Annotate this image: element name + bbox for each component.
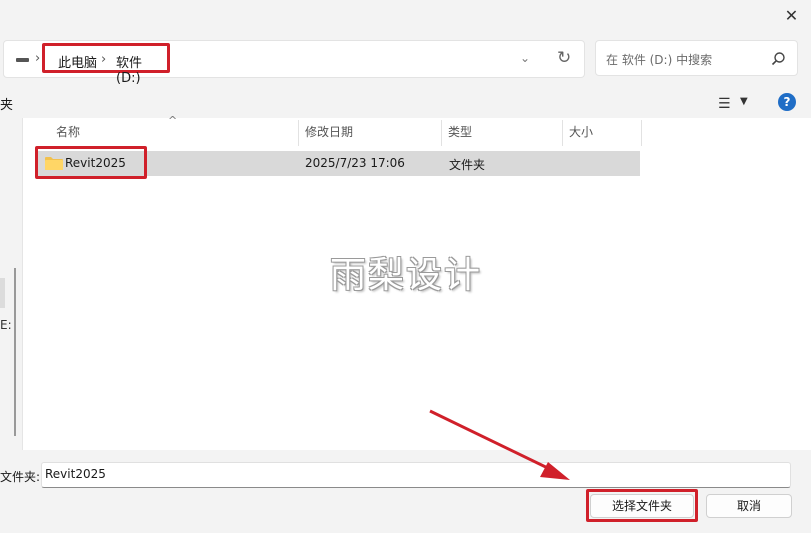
refresh-icon[interactable]: ↻ — [557, 48, 571, 68]
breadcrumb-highlight-box: 此电脑 › 软件 (D:) — [42, 43, 170, 86]
watermark: 雨梨设计 — [330, 255, 483, 296]
column-divider[interactable] — [641, 120, 642, 146]
column-header-size[interactable]: 大小 — [569, 118, 593, 148]
nav-scrollbar[interactable] — [14, 268, 16, 436]
select-folder-button[interactable]: 选择文件夹 — [590, 494, 694, 518]
search-box[interactable]: 在 软件 (D:) 中搜索 — [595, 40, 798, 76]
drive-icon — [16, 58, 29, 62]
title-bar: ✕ — [0, 0, 811, 30]
file-modified: 2025/7/23 17:06 — [305, 156, 405, 170]
folder-name-input[interactable]: Revit2025 — [41, 462, 791, 488]
new-folder-label-fragment[interactable]: 夹 — [0, 94, 13, 113]
column-header-type[interactable]: 类型 — [448, 118, 472, 148]
column-header-modified[interactable]: 修改日期 — [305, 118, 353, 148]
close-window-button[interactable]: ✕ — [772, 0, 811, 30]
column-header-name[interactable]: 名称 — [56, 118, 80, 148]
view-options-icon[interactable]: ☰ — [718, 96, 731, 112]
breadcrumb-separator[interactable]: › — [35, 51, 40, 66]
address-bar[interactable]: › 此电脑 › 软件 (D:) ⌄ ↻ — [3, 40, 585, 86]
sort-ascending-icon: ^ — [168, 114, 178, 127]
help-icon[interactable]: ? — [778, 93, 796, 111]
column-divider[interactable] — [298, 120, 299, 146]
column-divider[interactable] — [441, 120, 442, 146]
folder-field-label: 文件夹: — [0, 470, 41, 484]
breadcrumb-this-pc[interactable]: 此电脑 — [58, 52, 97, 71]
nav-item-fragment[interactable]: E: — [0, 318, 12, 332]
cancel-button[interactable]: 取消 — [706, 494, 792, 518]
chevron-down-icon[interactable]: ⌄ — [520, 51, 530, 65]
chevron-down-icon[interactable]: ▼ — [740, 96, 748, 107]
nav-selected-item[interactable] — [0, 278, 5, 308]
search-icon[interactable] — [769, 50, 787, 68]
column-divider[interactable] — [562, 120, 563, 146]
breadcrumb-drive-d[interactable]: 软件 (D:) — [116, 52, 167, 86]
search-input[interactable]: 在 软件 (D:) 中搜索 — [606, 51, 712, 68]
file-type: 文件夹 — [449, 158, 486, 172]
file-highlight-box — [35, 146, 147, 179]
breadcrumb-separator[interactable]: › — [101, 52, 106, 67]
